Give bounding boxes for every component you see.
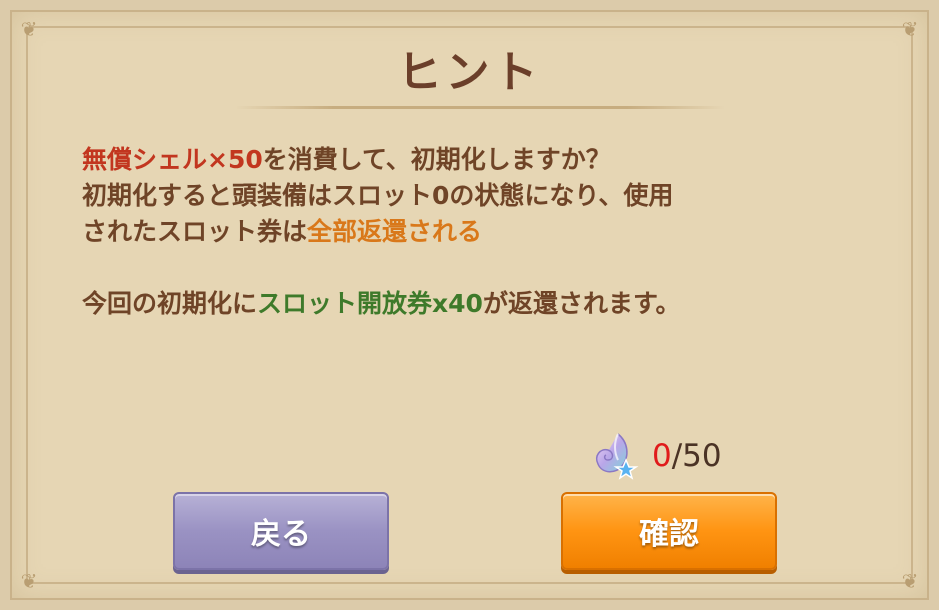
message-text: 今回の初期化に [82, 289, 258, 318]
message-text: が返還されます。 [482, 289, 681, 318]
confirm-button-label: 確認 [639, 517, 699, 552]
return-all-text: 全部返還される [307, 217, 483, 246]
confirm-button[interactable]: 確認 [561, 492, 777, 570]
corner-ornament-icon: ❦ [901, 569, 919, 593]
shell-cost-text: 無償シェル×50 [82, 145, 263, 174]
cost-display: 0/50 [588, 428, 722, 484]
message-line-3: されたスロット券は全部返還される [82, 214, 882, 250]
title-divider [235, 106, 725, 109]
dialog-message: 無償シェル×50を消費して、初期化しますか？ 初期化すると頭装備はスロット0の状… [82, 142, 882, 322]
hint-dialog: ❦ ❦ ❦ ❦ ヒント 無償シェル×50を消費して、初期化しますか？ 初期化する… [0, 0, 939, 610]
back-button-label: 戻る [251, 517, 311, 552]
message-line-2: 初期化すると頭装備はスロット0の状態になり、使用 [82, 181, 674, 210]
message-line-1: 無償シェル×50を消費して、初期化しますか？ [82, 142, 882, 178]
slot-ticket-text: スロット開放券x40 [257, 289, 483, 318]
cost-required: /50 [671, 438, 722, 474]
shell-icon [588, 430, 640, 482]
back-button[interactable]: 戻る [173, 492, 389, 570]
message-line-4: 今回の初期化にスロット開放券x40が返還されます。 [82, 286, 882, 322]
dialog-title: ヒント [397, 47, 542, 98]
message-text: を消費して、初期化しますか？ [262, 145, 611, 174]
cost-amount: 0/50 [652, 438, 722, 474]
cost-owned: 0 [652, 438, 672, 474]
message-text: されたスロット券は [82, 217, 308, 246]
corner-ornament-icon: ❦ [20, 569, 38, 593]
